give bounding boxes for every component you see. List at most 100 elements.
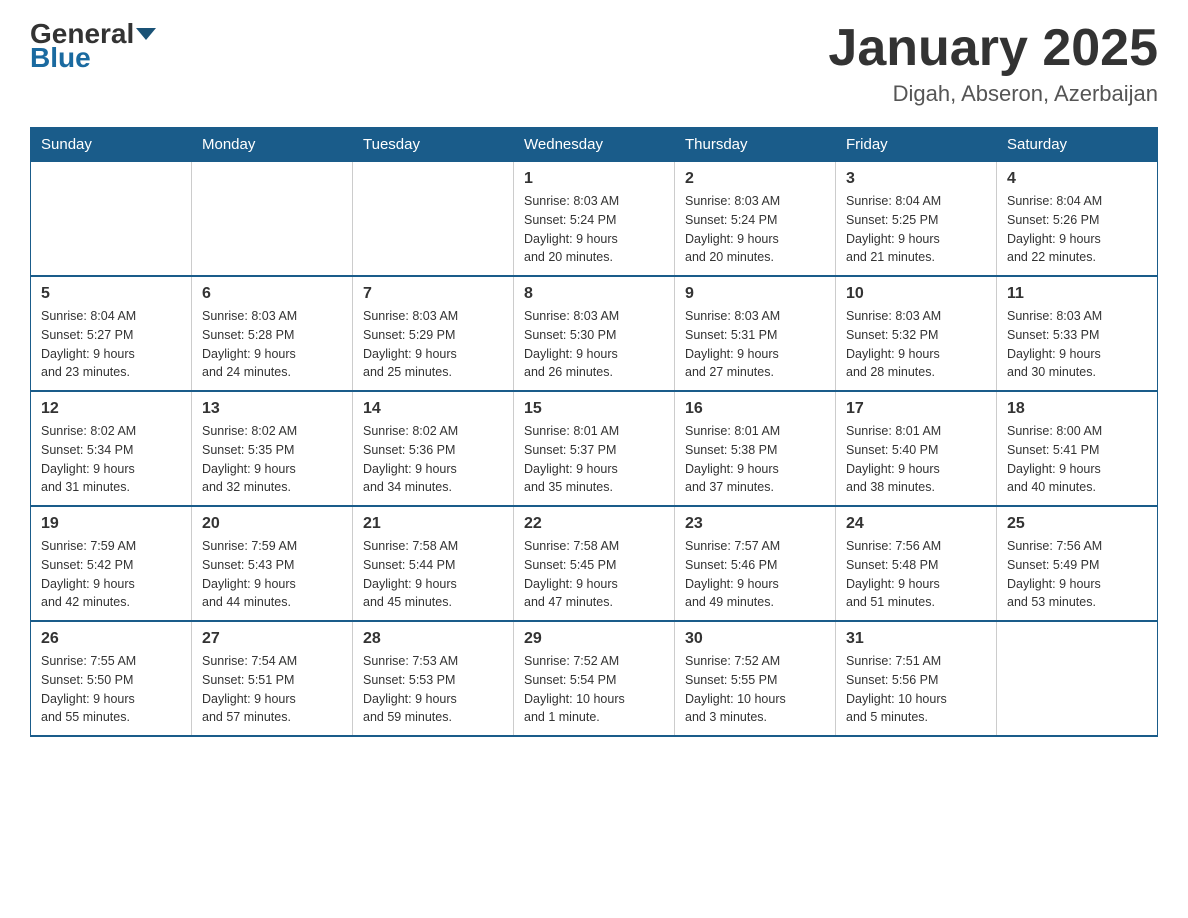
- weekday-header-monday: Monday: [192, 128, 353, 162]
- day-info: Sunrise: 8:01 AMSunset: 5:37 PMDaylight:…: [524, 422, 664, 497]
- day-number: 27: [202, 630, 342, 648]
- day-info: Sunrise: 8:03 AMSunset: 5:24 PMDaylight:…: [524, 192, 664, 267]
- day-number: 22: [524, 515, 664, 533]
- day-number: 18: [1007, 400, 1147, 418]
- calendar-day-1: 1 Sunrise: 8:03 AMSunset: 5:24 PMDaylight…: [514, 162, 675, 277]
- weekday-header-friday: Friday: [836, 128, 997, 162]
- calendar-day-27: 27 Sunrise: 7:54 AMSunset: 5:51 PMDayligh…: [192, 621, 353, 736]
- day-info: Sunrise: 8:02 AMSunset: 5:34 PMDaylight:…: [41, 422, 181, 497]
- day-info: Sunrise: 7:54 AMSunset: 5:51 PMDaylight:…: [202, 652, 342, 727]
- calendar-day-28: 28 Sunrise: 7:53 AMSunset: 5:53 PMDayligh…: [353, 621, 514, 736]
- calendar-day-2: 2 Sunrise: 8:03 AMSunset: 5:24 PMDaylight…: [675, 162, 836, 277]
- calendar-empty-cell: [997, 621, 1158, 736]
- calendar-day-10: 10Sunrise: 8:03 AMSunset: 5:32 PMDayligh…: [836, 276, 997, 391]
- calendar-day-6: 6 Sunrise: 8:03 AMSunset: 5:28 PMDaylight…: [192, 276, 353, 391]
- day-number: 7: [363, 285, 503, 303]
- calendar-empty-cell: [192, 162, 353, 277]
- day-number: 13: [202, 400, 342, 418]
- day-number: 4: [1007, 170, 1147, 188]
- weekday-header-tuesday: Tuesday: [353, 128, 514, 162]
- weekday-header-sunday: Sunday: [31, 128, 192, 162]
- day-info: Sunrise: 8:03 AMSunset: 5:33 PMDaylight:…: [1007, 307, 1147, 382]
- day-info: Sunrise: 7:56 AMSunset: 5:48 PMDaylight:…: [846, 537, 986, 612]
- calendar-day-8: 8Sunrise: 8:03 AMSunset: 5:30 PMDaylight…: [514, 276, 675, 391]
- calendar-day-7: 7 Sunrise: 8:03 AMSunset: 5:29 PMDaylight…: [353, 276, 514, 391]
- calendar-day-5: 5Sunrise: 8:04 AMSunset: 5:27 PMDaylight…: [31, 276, 192, 391]
- day-info: Sunrise: 7:56 AMSunset: 5:49 PMDaylight:…: [1007, 537, 1147, 612]
- day-info: Sunrise: 8:03 AMSunset: 5:28 PMDaylight:…: [202, 307, 342, 382]
- calendar-week-row: 26Sunrise: 7:55 AMSunset: 5:50 PMDayligh…: [31, 621, 1158, 736]
- day-number: 21: [363, 515, 503, 533]
- month-title: January 2025: [828, 20, 1158, 77]
- day-number: 31: [846, 630, 986, 648]
- calendar-day-19: 19 Sunrise: 7:59 AMSunset: 5:42 PMDayligh…: [31, 506, 192, 621]
- calendar-table: SundayMondayTuesdayWednesdayThursdayFrid…: [30, 127, 1158, 737]
- weekday-header-saturday: Saturday: [997, 128, 1158, 162]
- day-number: 2: [685, 170, 825, 188]
- calendar-day-14: 14Sunrise: 8:02 AMSunset: 5:36 PMDayligh…: [353, 391, 514, 506]
- logo-blue: Blue: [30, 44, 91, 72]
- weekday-header-thursday: Thursday: [675, 128, 836, 162]
- day-number: 9: [685, 285, 825, 303]
- calendar-day-21: 21 Sunrise: 7:58 AMSunset: 5:44 PMDayligh…: [353, 506, 514, 621]
- calendar-day-15: 15 Sunrise: 8:01 AMSunset: 5:37 PMDayligh…: [514, 391, 675, 506]
- day-info: Sunrise: 8:03 AMSunset: 5:31 PMDaylight:…: [685, 307, 825, 382]
- day-info: Sunrise: 7:52 AMSunset: 5:54 PMDaylight:…: [524, 652, 664, 727]
- calendar-day-23: 23 Sunrise: 7:57 AMSunset: 5:46 PMDayligh…: [675, 506, 836, 621]
- day-info: Sunrise: 8:01 AMSunset: 5:40 PMDaylight:…: [846, 422, 986, 497]
- calendar-day-29: 29 Sunrise: 7:52 AMSunset: 5:54 PMDayligh…: [514, 621, 675, 736]
- day-info: Sunrise: 7:53 AMSunset: 5:53 PMDaylight:…: [363, 652, 503, 727]
- calendar-day-24: 24 Sunrise: 7:56 AMSunset: 5:48 PMDayligh…: [836, 506, 997, 621]
- day-info: Sunrise: 8:03 AMSunset: 5:29 PMDaylight:…: [363, 307, 503, 382]
- day-number: 17: [846, 400, 986, 418]
- calendar-day-9: 9 Sunrise: 8:03 AMSunset: 5:31 PMDaylight…: [675, 276, 836, 391]
- day-info: Sunrise: 8:03 AMSunset: 5:24 PMDaylight:…: [685, 192, 825, 267]
- day-info: Sunrise: 8:02 AMSunset: 5:35 PMDaylight:…: [202, 422, 342, 497]
- day-info: Sunrise: 8:00 AMSunset: 5:41 PMDaylight:…: [1007, 422, 1147, 497]
- day-number: 20: [202, 515, 342, 533]
- calendar-day-22: 22 Sunrise: 7:58 AMSunset: 5:45 PMDayligh…: [514, 506, 675, 621]
- calendar-day-30: 30Sunrise: 7:52 AMSunset: 5:55 PMDayligh…: [675, 621, 836, 736]
- day-info: Sunrise: 8:03 AMSunset: 5:30 PMDaylight:…: [524, 307, 664, 382]
- calendar-day-11: 11 Sunrise: 8:03 AMSunset: 5:33 PMDayligh…: [997, 276, 1158, 391]
- title-area: January 2025 Digah, Abseron, Azerbaijan: [828, 20, 1158, 107]
- day-number: 29: [524, 630, 664, 648]
- calendar-week-row: 1 Sunrise: 8:03 AMSunset: 5:24 PMDaylight…: [31, 162, 1158, 277]
- day-info: Sunrise: 7:57 AMSunset: 5:46 PMDaylight:…: [685, 537, 825, 612]
- logo-arrow-icon: [136, 28, 156, 40]
- day-number: 12: [41, 400, 181, 418]
- calendar-week-row: 5Sunrise: 8:04 AMSunset: 5:27 PMDaylight…: [31, 276, 1158, 391]
- day-number: 28: [363, 630, 503, 648]
- calendar-day-25: 25 Sunrise: 7:56 AMSunset: 5:49 PMDayligh…: [997, 506, 1158, 621]
- day-info: Sunrise: 8:04 AMSunset: 5:27 PMDaylight:…: [41, 307, 181, 382]
- day-number: 16: [685, 400, 825, 418]
- day-info: Sunrise: 7:59 AMSunset: 5:43 PMDaylight:…: [202, 537, 342, 612]
- day-number: 11: [1007, 285, 1147, 303]
- calendar-empty-cell: [353, 162, 514, 277]
- day-number: 19: [41, 515, 181, 533]
- day-number: 15: [524, 400, 664, 418]
- calendar-day-17: 17 Sunrise: 8:01 AMSunset: 5:40 PMDayligh…: [836, 391, 997, 506]
- calendar-day-26: 26Sunrise: 7:55 AMSunset: 5:50 PMDayligh…: [31, 621, 192, 736]
- day-info: Sunrise: 7:59 AMSunset: 5:42 PMDaylight:…: [41, 537, 181, 612]
- calendar-day-3: 3Sunrise: 8:04 AMSunset: 5:25 PMDaylight…: [836, 162, 997, 277]
- calendar-empty-cell: [31, 162, 192, 277]
- day-info: Sunrise: 8:03 AMSunset: 5:32 PMDaylight:…: [846, 307, 986, 382]
- calendar-day-4: 4Sunrise: 8:04 AMSunset: 5:26 PMDaylight…: [997, 162, 1158, 277]
- day-number: 23: [685, 515, 825, 533]
- day-number: 24: [846, 515, 986, 533]
- calendar-week-row: 19 Sunrise: 7:59 AMSunset: 5:42 PMDayligh…: [31, 506, 1158, 621]
- calendar-day-20: 20 Sunrise: 7:59 AMSunset: 5:43 PMDayligh…: [192, 506, 353, 621]
- day-number: 6: [202, 285, 342, 303]
- day-number: 1: [524, 170, 664, 188]
- day-info: Sunrise: 7:52 AMSunset: 5:55 PMDaylight:…: [685, 652, 825, 727]
- calendar-day-13: 13 Sunrise: 8:02 AMSunset: 5:35 PMDayligh…: [192, 391, 353, 506]
- day-number: 25: [1007, 515, 1147, 533]
- day-number: 3: [846, 170, 986, 188]
- day-info: Sunrise: 7:58 AMSunset: 5:45 PMDaylight:…: [524, 537, 664, 612]
- location-title: Digah, Abseron, Azerbaijan: [828, 81, 1158, 107]
- calendar-header-row: SundayMondayTuesdayWednesdayThursdayFrid…: [31, 128, 1158, 162]
- day-info: Sunrise: 7:58 AMSunset: 5:44 PMDaylight:…: [363, 537, 503, 612]
- day-info: Sunrise: 7:55 AMSunset: 5:50 PMDaylight:…: [41, 652, 181, 727]
- day-info: Sunrise: 8:01 AMSunset: 5:38 PMDaylight:…: [685, 422, 825, 497]
